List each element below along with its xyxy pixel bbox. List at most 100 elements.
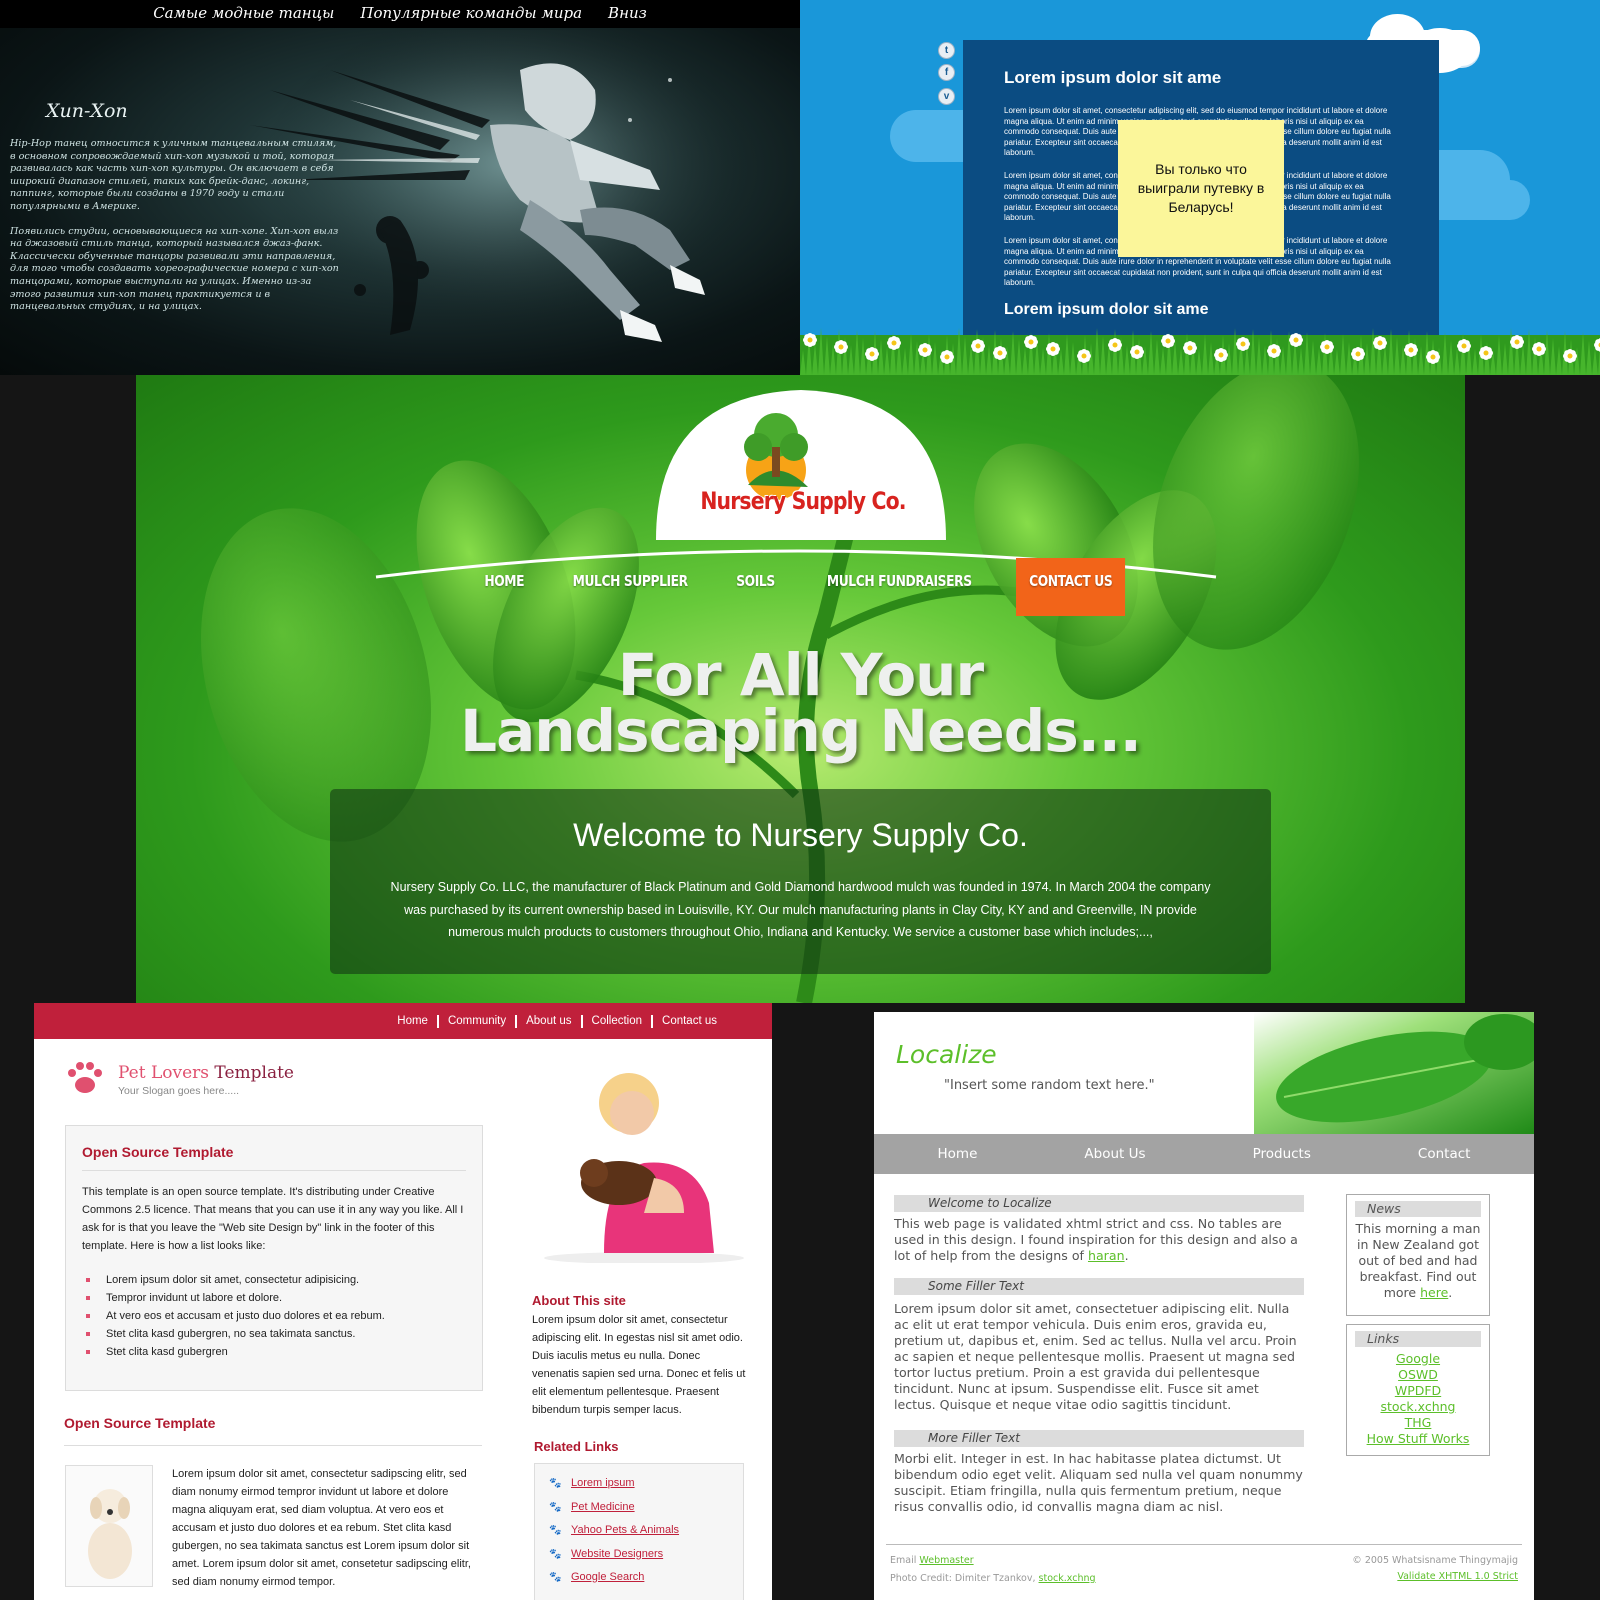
- daisy-flower: [1426, 350, 1440, 364]
- puppy-image: [88, 1489, 132, 1579]
- daisy-flower: [803, 333, 817, 347]
- sky-panel: t f v Lorem ipsum dolor sit ame Lorem ip…: [800, 0, 1600, 375]
- section-title: Open Source Template: [64, 1415, 482, 1446]
- daisy-flower: [1351, 347, 1365, 361]
- nav-soils[interactable]: SOILS: [724, 558, 789, 616]
- hiphop-nav-dances[interactable]: Самые модные танцы: [153, 0, 334, 28]
- localize-title: Localize: [896, 1040, 997, 1069]
- pet-nav-collection[interactable]: Collection: [580, 1014, 652, 1028]
- hiphop-paragraph: Появились студии, основывающиеся на хип-…: [10, 225, 339, 313]
- hiphop-nav-down[interactable]: Вниз: [608, 0, 647, 28]
- links-title: Links: [1355, 1331, 1481, 1347]
- footer-divider: [886, 1544, 1522, 1545]
- section-text: Lorem ipsum dolor sit amet, consectetuer…: [894, 1301, 1297, 1412]
- related-title: Related Links: [534, 1439, 619, 1454]
- daisy-flower: [1183, 341, 1197, 355]
- news-box: News This morning a man in New Zealand g…: [1346, 1194, 1490, 1316]
- daisy-flower: [940, 350, 954, 364]
- related-links-box: Lorem ipsum Pet Medicine Yahoo Pets & An…: [534, 1463, 744, 1600]
- localize-nav: Home About Us Products Contact: [874, 1134, 1534, 1174]
- list-item: Lorem ipsum dolor sit amet, consectetur …: [82, 1271, 466, 1289]
- hiphop-nav-teams[interactable]: Популярные команды мира: [360, 0, 582, 28]
- stock-xchng-link[interactable]: stock.xchng: [1039, 1573, 1096, 1584]
- daisy-flower: [1289, 333, 1303, 347]
- leaf-image: [1254, 1012, 1534, 1134]
- link-oswd[interactable]: OSWD: [1355, 1367, 1481, 1383]
- pet-logo-a: Pet Lovers: [118, 1063, 210, 1083]
- footer-credit-label: Photo Credit: Dimiter Tzankov,: [890, 1573, 1039, 1584]
- welcome-box: Welcome to Nursery Supply Co. Nursery Su…: [330, 789, 1271, 974]
- localize-nav-about[interactable]: About Us: [1084, 1146, 1145, 1162]
- nav-mulch-supplier[interactable]: MULCH SUPPLIER: [560, 558, 701, 616]
- link-how-stuff-works[interactable]: How Stuff Works: [1355, 1431, 1481, 1447]
- daisy-flower: [971, 339, 985, 353]
- localize-quote: "Insert some random text here.": [944, 1078, 1155, 1093]
- pet-logo[interactable]: Pet Lovers Template: [118, 1063, 294, 1083]
- related-link[interactable]: Google Search: [549, 1566, 729, 1590]
- link-thg[interactable]: THG: [1355, 1415, 1481, 1431]
- welcome-title: Welcome to Nursery Supply Co.: [573, 817, 1028, 853]
- headline-line-1: For All Your: [617, 641, 984, 709]
- pet-nav-contact[interactable]: Contact us: [651, 1014, 726, 1028]
- section-heading: Welcome to Localize: [894, 1195, 1304, 1212]
- nursery-headline: For All Your Landscaping Needs...: [136, 641, 1465, 760]
- webmaster-link[interactable]: Webmaster: [919, 1555, 973, 1566]
- about-text: Lorem ipsum dolor sit amet, consectetur …: [532, 1314, 746, 1416]
- footer-email: Email Webmaster: [890, 1555, 974, 1566]
- daisy-flower: [1267, 344, 1281, 358]
- link-google[interactable]: Google: [1355, 1351, 1481, 1367]
- daisy-flower: [1024, 335, 1038, 349]
- nursery-nav: HOME MULCH SUPPLIER SOILS MULCH FUNDRAIS…: [136, 558, 1465, 616]
- daisy-flower: [887, 336, 901, 350]
- box-text: This template is an open source template…: [82, 1186, 464, 1252]
- localize-nav-contact[interactable]: Contact: [1418, 1146, 1471, 1162]
- pet-topnav: Home Community About us Collection Conta…: [34, 1003, 772, 1039]
- section-text: Morbi elit. Integer in est. In hac habit…: [894, 1451, 1303, 1514]
- daisy-flower: [1479, 346, 1493, 360]
- nav-home[interactable]: HOME: [471, 558, 537, 616]
- daisy-flower: [1563, 349, 1577, 363]
- pet-logo-b: Template: [209, 1063, 294, 1083]
- daisy-flower: [1510, 335, 1524, 349]
- pet-panel: Home Community About us Collection Conta…: [34, 1003, 772, 1600]
- daisy-flower: [1046, 342, 1060, 356]
- link-wpdfd[interactable]: WPDFD: [1355, 1383, 1481, 1399]
- daisy-flower: [865, 347, 879, 361]
- daisy-flower: [1457, 339, 1471, 353]
- related-link[interactable]: Pet Medicine: [549, 1496, 729, 1520]
- related-link[interactable]: Website Designers: [549, 1543, 729, 1567]
- nav-mulch-fundraisers[interactable]: MULCH FUNDRAISERS: [814, 558, 985, 616]
- daisy-flower: [1532, 342, 1546, 356]
- related-link[interactable]: Lorem ipsum: [549, 1472, 729, 1496]
- localize-nav-products[interactable]: Products: [1253, 1146, 1311, 1162]
- nursery-logo-text[interactable]: Nursery Supply Co.: [693, 487, 914, 515]
- welcome-text: Nursery Supply Co. LLC, the manufacturer…: [390, 880, 1211, 939]
- hiphop-panel: Самые модные танцы Популярные команды ми…: [0, 0, 800, 375]
- nav-contact-us[interactable]: CONTACT US: [1015, 558, 1126, 616]
- woman-with-puppy-image: [544, 1073, 744, 1263]
- haran-link[interactable]: haran: [1088, 1248, 1125, 1263]
- validate-link[interactable]: Validate XHTML 1.0 Strict: [1397, 1571, 1518, 1582]
- hiphop-paragraph: Hip-Hop танец относится к уличным танцев…: [10, 138, 337, 212]
- twitter-icon[interactable]: t: [938, 42, 955, 59]
- pet-nav-community[interactable]: Community: [436, 1014, 515, 1028]
- localize-nav-home[interactable]: Home: [938, 1146, 978, 1162]
- pet-nav-home[interactable]: Home: [388, 1015, 437, 1028]
- popup-note[interactable]: Вы только что выиграли путевку в Беларус…: [1118, 120, 1284, 257]
- daisy-flower: [1320, 340, 1334, 354]
- box-title: Open Source Template: [82, 1144, 466, 1171]
- list-item: At vero eos et accusam et justo duo dolo…: [82, 1307, 466, 1325]
- footer-email-label: Email: [890, 1555, 920, 1566]
- section-text: This web page is validated xhtml strict …: [894, 1216, 1298, 1263]
- daisy-flower: [1077, 349, 1091, 363]
- news-here-link[interactable]: here: [1420, 1285, 1448, 1300]
- vimeo-icon[interactable]: v: [938, 88, 955, 105]
- related-link[interactable]: Yahoo Pets & Animals: [549, 1519, 729, 1543]
- nursery-panel: Nursery Supply Co. HOME MULCH SUPPLIER S…: [136, 375, 1465, 1003]
- facebook-icon[interactable]: f: [938, 64, 955, 81]
- grass-strip: [800, 328, 1600, 375]
- link-stock-xchng[interactable]: stock.xchng: [1355, 1399, 1481, 1415]
- pet-nav-about[interactable]: About us: [515, 1014, 580, 1028]
- open-source-box: Open Source Template This template is an…: [65, 1125, 483, 1391]
- daisy-flower: [1161, 334, 1175, 348]
